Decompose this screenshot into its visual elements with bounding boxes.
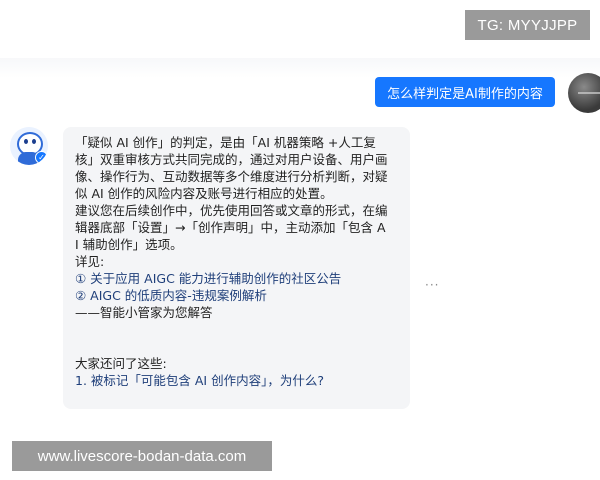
top-fade <box>0 58 600 78</box>
assistant-avatar: ✓ <box>10 127 48 165</box>
assistant-message-bubble: 「疑似 AI 创作」的判定，是由「AI 机器策略 +人工复 核」双重审核方式共同… <box>63 127 410 409</box>
see-also-label: 详见: <box>75 254 105 269</box>
related-questions-label: 大家还问了这些: <box>75 356 167 371</box>
site-watermark: www.livescore-bodan-data.com <box>12 441 272 471</box>
verified-check-icon: ✓ <box>35 151 48 164</box>
answer-line: I 辅助创作」选项。 <box>75 237 183 252</box>
user-avatar[interactable] <box>568 73 600 113</box>
user-message-text: 怎么样判定是AI制作的内容 <box>387 86 543 102</box>
community-notice-link[interactable]: ① 关于应用 AIGC 能力进行辅助创作的社区公告 <box>75 270 400 287</box>
related-question-item[interactable]: 1. 被标记「可能包含 AI 创作内容」，为什么? <box>75 372 400 389</box>
answer-line: 像、操作行为、互动数据等多个维度进行分析判断，对疑 <box>75 169 388 184</box>
tg-watermark-badge: TG: MYYJJPP <box>465 10 590 40</box>
assistant-signoff: ——智能小管家为您解答 <box>75 305 213 320</box>
answer-line: 核」双重审核方式共同完成的，通过对用户设备、用户画 <box>75 152 388 167</box>
user-message-bubble: 怎么样判定是AI制作的内容 <box>375 77 555 107</box>
answer-line: 辑器底部「设置」→「创作声明」中，主动添加「包含 A <box>75 220 386 235</box>
answer-line: 似 AI 创作的风险内容及账号进行相应的处置。 <box>75 186 333 201</box>
answer-line: 建议您在后续创作中，优先使用回答或文章的形式，在编 <box>75 203 388 218</box>
violation-case-link[interactable]: ② AIGC 的低质内容-违规案例解析 <box>75 287 400 304</box>
answer-line: 「疑似 AI 创作」的判定，是由「AI 机器策略 +人工复 <box>75 135 376 150</box>
more-options-icon[interactable]: ··· <box>425 278 439 292</box>
